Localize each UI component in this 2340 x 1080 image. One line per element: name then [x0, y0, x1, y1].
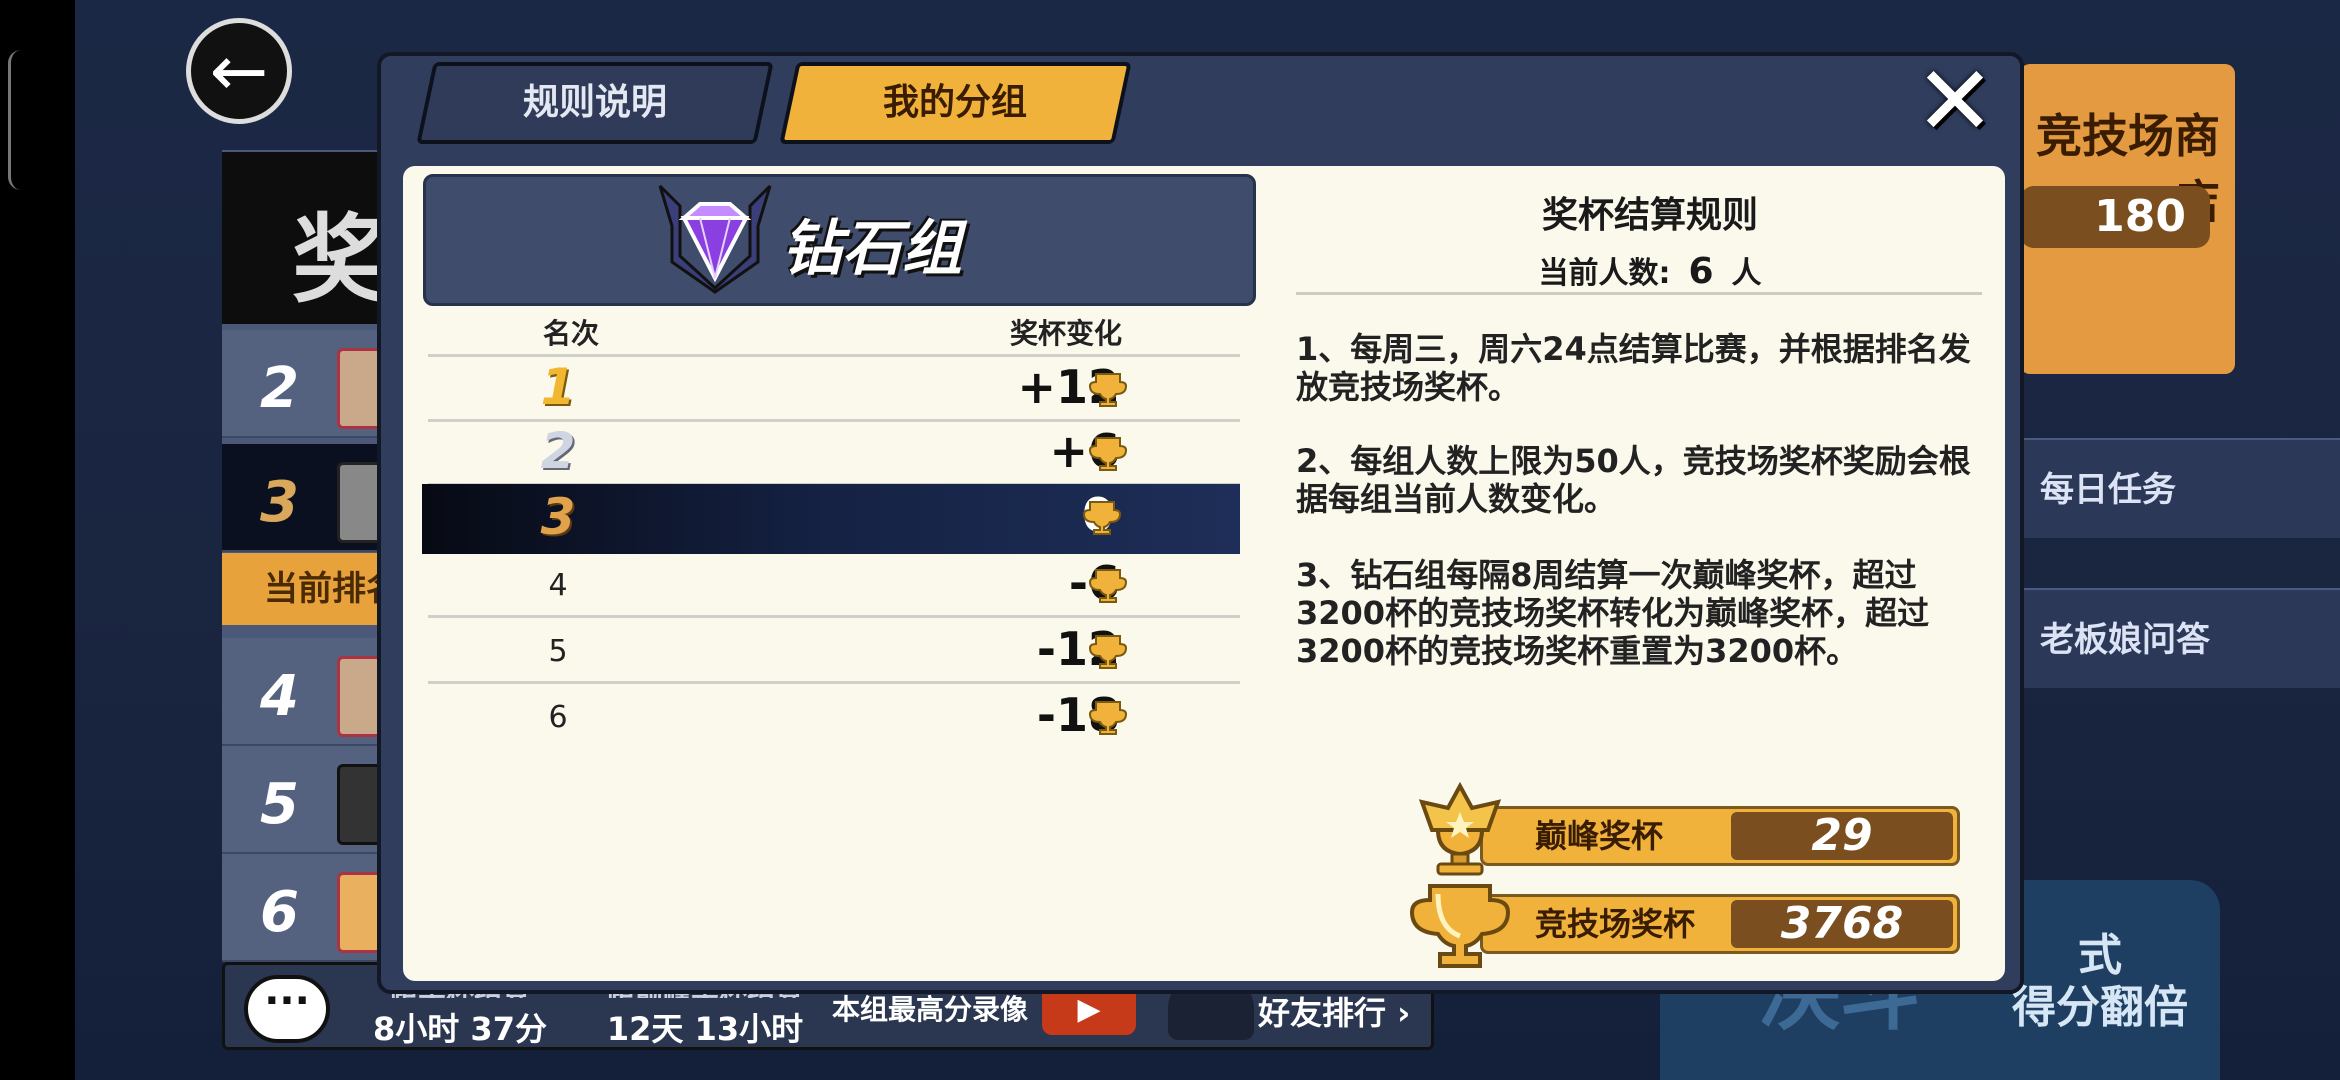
arena-shop-currency: 180 [2020, 186, 2210, 248]
peak-crown-trophy-icon [1418, 782, 1502, 876]
column-header-trophy-change: 奖杯变化 [1010, 317, 1123, 350]
friends-ranking-link[interactable]: 好友排行 › [1258, 988, 1428, 1034]
tab-my-group[interactable]: 我的分组 [779, 62, 1132, 144]
rank-gold: 1 [540, 358, 576, 416]
trophy-icon [1088, 569, 1128, 603]
arena-trophy-bar: 竞技场奖杯 3768 [1480, 894, 1960, 954]
background-rank-heading: 奖励 [222, 152, 402, 324]
qa-button[interactable]: 老板娘问答 [2020, 588, 2340, 688]
member-count-value: 6 [1688, 251, 1714, 292]
arena-trophy-label: 竞技场奖杯 [1535, 905, 1696, 943]
rank-silver: 2 [540, 422, 576, 480]
trophy-icon [1088, 701, 1128, 735]
rank-number: 5 [548, 634, 568, 669]
table-row: 6 -18 [428, 686, 1240, 750]
arena-trophy-value: 3768 [1731, 900, 1953, 948]
background-rank-row[interactable]: 2 [222, 330, 403, 438]
peak-settle-countdown-value: 12天 13小时 [606, 1010, 804, 1048]
tab-rules[interactable]: 规则说明 [416, 62, 774, 144]
column-header-rank: 名次 [543, 317, 600, 350]
member-count: 当前人数: 6 人 [1260, 248, 2040, 292]
peak-trophy-label: 巅峰奖杯 [1535, 817, 1664, 855]
member-count-label: 当前人数: [1538, 256, 1671, 291]
table-row: 5 -12 [428, 620, 1240, 684]
background-rank-row[interactable]: 5 [222, 746, 403, 854]
screen-left-edge [0, 0, 75, 1080]
peak-trophy-value: 29 [1731, 812, 1953, 860]
current-rank-banner: 当前排名 [222, 553, 402, 625]
rank-number: 4 [548, 568, 568, 603]
close-x-icon[interactable]: ✕ [1910, 53, 2000, 149]
arena-trophy-icon [1409, 884, 1511, 968]
trophy-icon [1082, 501, 1122, 535]
rules-title: 奖杯结算规则 [1541, 195, 1758, 236]
rank-number: 6 [548, 700, 568, 735]
member-count-unit: 人 [1731, 256, 1762, 291]
trophy-icon [1088, 437, 1128, 471]
rank-bronze: 3 [540, 488, 576, 546]
rule-paragraph: 2、每组人数上限为50人，竞技场奖杯奖励会根据每组当前人数变化。 [1296, 442, 1971, 518]
background-rank-row[interactable]: 6 [222, 854, 403, 962]
table-row-current-player: 3 0 [422, 484, 1240, 554]
peak-trophy-bar: 巅峰奖杯 29 [1480, 806, 1960, 866]
background-rank-row[interactable]: 4 [222, 638, 403, 746]
trophy-icon [1088, 635, 1128, 669]
rule-paragraph: 1、每周三，周六24点结算比赛，并根据排名发放竞技场奖杯。 [1296, 330, 1971, 406]
table-row: 1 +12 [428, 358, 1240, 422]
table-row: 4 -6 [428, 554, 1240, 618]
back-arrow-icon[interactable]: ← [186, 18, 292, 124]
chat-bubble-icon[interactable]: ··· [244, 975, 330, 1043]
group-name: 钻石组 [782, 214, 962, 284]
diamond-icon [658, 184, 772, 294]
table-row: 2 +6 [428, 422, 1240, 486]
trophy-icon [1088, 373, 1128, 407]
background-rank-row[interactable]: 3 [222, 444, 403, 552]
best-replay-label: 本组最高分录像 [831, 993, 1028, 1026]
table-divider [428, 354, 1240, 357]
settle-countdown-value: 8小时 37分 [373, 1010, 547, 1048]
rules-divider [1296, 292, 1982, 295]
rule-paragraph: 3、钻石组每隔8周结算一次巅峰奖杯，超过3200杯的竞技场奖杯转化为巅峰奖杯，超… [1296, 556, 1930, 670]
daily-tasks-button[interactable]: 每日任务 [2020, 438, 2340, 538]
